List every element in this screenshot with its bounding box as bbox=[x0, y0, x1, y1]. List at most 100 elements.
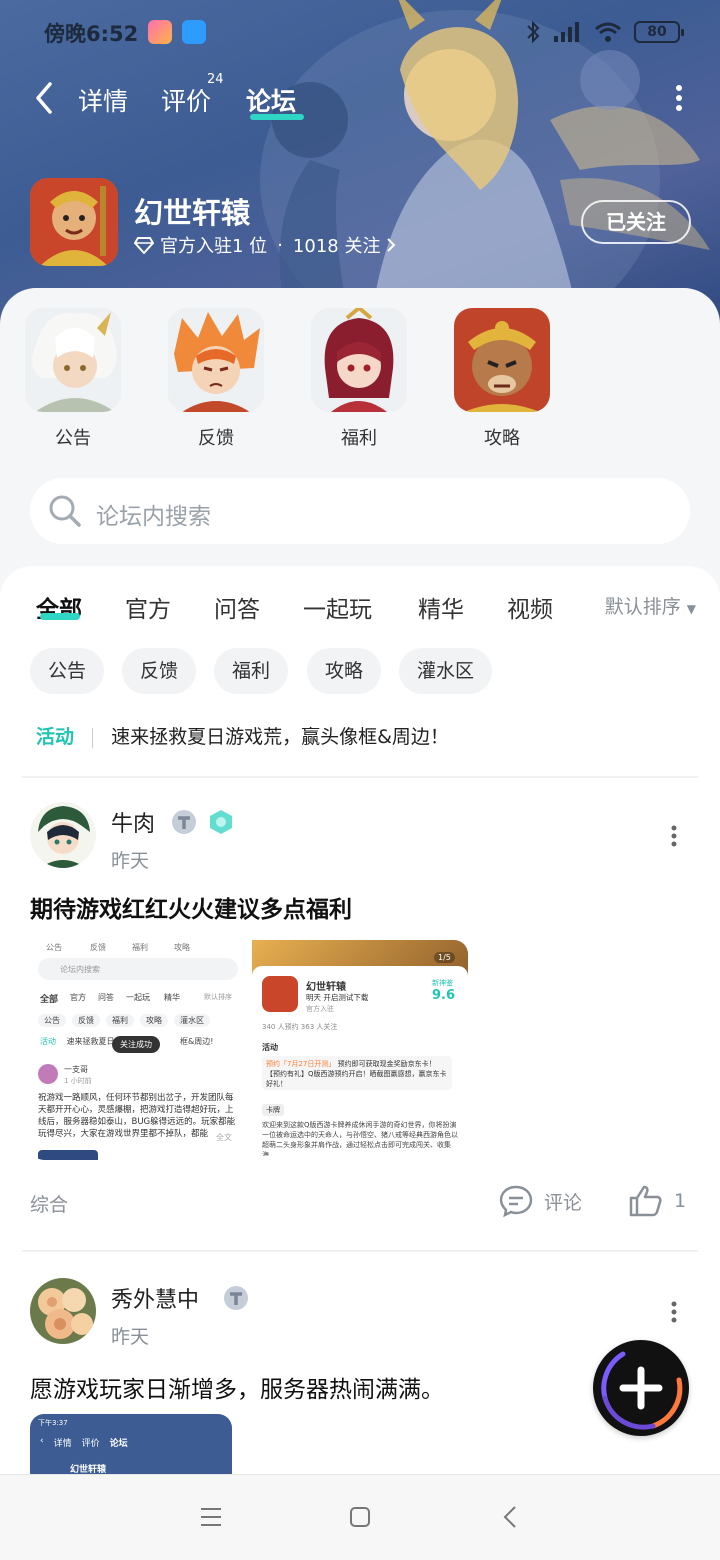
category-announcement[interactable]: 公告 bbox=[23, 308, 123, 450]
thumb-back-icon: ‹ bbox=[40, 1436, 44, 1446]
feed-tab-official[interactable]: 官方 bbox=[125, 590, 171, 624]
thumb-tab: 详情 bbox=[53, 1439, 72, 1449]
like-button[interactable]: 1 bbox=[628, 1184, 686, 1218]
thumb-tab: 问答 bbox=[98, 993, 114, 1002]
forum-search[interactable]: 论坛内搜索 bbox=[30, 478, 690, 544]
followers-count[interactable]: 1018 关注 bbox=[293, 232, 381, 258]
thumb-cat: 攻略 bbox=[174, 943, 190, 952]
sort-dropdown[interactable]: 默认排序 ▼ bbox=[605, 592, 696, 619]
post-username[interactable]: 秀外慧中 bbox=[111, 1282, 199, 1314]
comment-button[interactable]: 评论 bbox=[498, 1184, 582, 1218]
thumb-user: 一支哥 bbox=[64, 1065, 88, 1074]
activity-banner[interactable]: 活动 速来拯救夏日游戏荒，赢头像框&周边！ bbox=[36, 722, 449, 749]
thumb-image bbox=[38, 1150, 98, 1160]
thumb-avatar bbox=[38, 1064, 58, 1084]
activity-tag: 活动 bbox=[36, 726, 75, 748]
battery-indicator: 80 bbox=[634, 21, 684, 43]
thumb-activity-text: 速来拯救夏日 bbox=[66, 1037, 115, 1046]
comment-label: 评论 bbox=[544, 1191, 583, 1214]
hexagon-badge-icon bbox=[210, 810, 232, 834]
divider bbox=[22, 1250, 698, 1252]
back-icon[interactable] bbox=[30, 80, 60, 116]
thumb-act: 活动 bbox=[262, 1043, 278, 1052]
thumb-tab: 论坛 bbox=[109, 1439, 128, 1449]
tab-forum[interactable]: 论坛 bbox=[246, 82, 296, 118]
wifi-icon bbox=[595, 22, 621, 42]
feed-tab-qa[interactable]: 问答 bbox=[214, 590, 260, 624]
thumb-score: 9.6 bbox=[432, 988, 456, 1003]
thumb-cat: 反馈 bbox=[90, 943, 106, 952]
thumb-tab: 一起玩 bbox=[126, 993, 150, 1002]
welfare-avatar bbox=[311, 308, 407, 412]
thumb-activity-tag: 活动 bbox=[40, 1037, 56, 1046]
more-icon[interactable] bbox=[674, 84, 684, 112]
create-post-button[interactable] bbox=[593, 1340, 689, 1436]
thumb-tab: 官方 bbox=[70, 993, 86, 1002]
level-badge-icon bbox=[172, 810, 196, 834]
post-title[interactable]: 愿游戏玩家日渐增多，服务器热闹满满。 bbox=[30, 1370, 444, 1404]
bluetooth-icon bbox=[527, 20, 540, 44]
sort-label: 默认排序 bbox=[604, 596, 681, 618]
comment-icon bbox=[499, 1185, 533, 1218]
chevron-right-icon bbox=[387, 238, 396, 252]
like-count: 1 bbox=[674, 1190, 687, 1212]
search-input[interactable]: 论坛内搜索 bbox=[96, 497, 211, 531]
chip-water[interactable]: 灌水区 bbox=[399, 648, 493, 694]
post-more-icon[interactable] bbox=[670, 1300, 678, 1324]
feed-tab-video[interactable]: 视频 bbox=[507, 590, 553, 624]
official-count[interactable]: 官方入驻1 位 bbox=[160, 232, 267, 258]
status-time: 傍晚6:52 bbox=[44, 22, 139, 46]
thumb-up-icon bbox=[629, 1185, 662, 1217]
category-label: 反馈 bbox=[198, 428, 234, 449]
chip-welfare[interactable]: 福利 bbox=[214, 648, 289, 694]
thumb-chip: 灌水区 bbox=[174, 1014, 210, 1027]
tab-reviews[interactable]: 评价 bbox=[161, 82, 211, 118]
thumb-sub: 明天 开启测试下载 bbox=[306, 993, 369, 1002]
game-app-icon bbox=[148, 20, 172, 44]
thumb-tab: 默认排序 bbox=[204, 993, 232, 1001]
announcement-avatar bbox=[25, 308, 121, 412]
header-banner: 傍晚6:52 80 详情 评价 24 论坛 幻世轩辕 官方入驻1 位 · 101… bbox=[0, 0, 720, 330]
category-welfare[interactable]: 福利 bbox=[309, 308, 409, 450]
thumb-tab: 全部 bbox=[40, 995, 59, 1005]
thumb-search: 论坛内搜索 bbox=[38, 958, 238, 980]
avatar[interactable] bbox=[30, 1278, 96, 1344]
thumb-chip: 公告 bbox=[38, 1014, 66, 1027]
feed-tab-featured[interactable]: 精华 bbox=[418, 590, 464, 624]
thumb-chip: 攻略 bbox=[140, 1014, 168, 1027]
home-icon[interactable] bbox=[349, 1506, 371, 1528]
thumb-activity-text-end: 框&周边! bbox=[180, 1037, 214, 1046]
thumb-official: 官方入驻 bbox=[306, 1005, 334, 1013]
follow-button[interactable]: 已关注 bbox=[581, 200, 691, 244]
post-title[interactable]: 期待游戏红红火火建议多点福利 bbox=[30, 890, 352, 924]
post-image[interactable]: 公告 反馈 福利 攻略 论坛内搜索 全部 官方 问答 一起玩 精华 默认排序 公… bbox=[30, 940, 248, 1160]
post-username[interactable]: 牛肉 bbox=[111, 806, 155, 838]
post-image[interactable]: 下午3:37 ‹ 详情 评价 论坛 幻世轩辕 bbox=[30, 1414, 232, 1474]
thumb-game-icon bbox=[262, 976, 298, 1012]
thumb-cat: 福利 bbox=[132, 943, 148, 952]
category-guide[interactable]: 攻略 bbox=[452, 308, 552, 450]
post-time: 昨天 bbox=[111, 1326, 150, 1348]
nav-back-icon[interactable] bbox=[503, 1505, 517, 1529]
thumb-title: 幻世轩辕 bbox=[306, 982, 346, 993]
divider bbox=[22, 776, 698, 778]
thumb-time: 下午3:37 bbox=[38, 1419, 68, 1427]
feed-tab-play-together[interactable]: 一起玩 bbox=[303, 590, 372, 624]
post-more-icon[interactable] bbox=[670, 824, 678, 848]
thumb-chip: 福利 bbox=[106, 1014, 134, 1027]
game-title: 幻世轩辕 bbox=[134, 196, 251, 230]
post-image[interactable]: 1/5 幻世轩辕 明天 开启测试下载 官方入驻 新神鉴 9.6 340 人预约 … bbox=[252, 940, 468, 1160]
category-feedback[interactable]: 反馈 bbox=[166, 308, 266, 450]
chip-guide[interactable]: 攻略 bbox=[307, 648, 382, 694]
thumb-label: 卡牌 bbox=[262, 1104, 284, 1116]
toast: 关注成功 bbox=[112, 1036, 160, 1053]
chip-announcement[interactable]: 公告 bbox=[30, 648, 105, 694]
tab-details[interactable]: 详情 bbox=[78, 82, 128, 118]
avatar[interactable] bbox=[30, 802, 96, 868]
post-category[interactable]: 综合 bbox=[30, 1190, 68, 1217]
top-nav: 详情 评价 24 论坛 bbox=[0, 70, 720, 126]
thumb-act-tag: 预约「7月27日开测」 bbox=[266, 1060, 336, 1068]
chip-feedback[interactable]: 反馈 bbox=[122, 648, 197, 694]
thumb-tab: 评价 bbox=[81, 1439, 100, 1449]
menu-icon[interactable] bbox=[200, 1507, 222, 1527]
